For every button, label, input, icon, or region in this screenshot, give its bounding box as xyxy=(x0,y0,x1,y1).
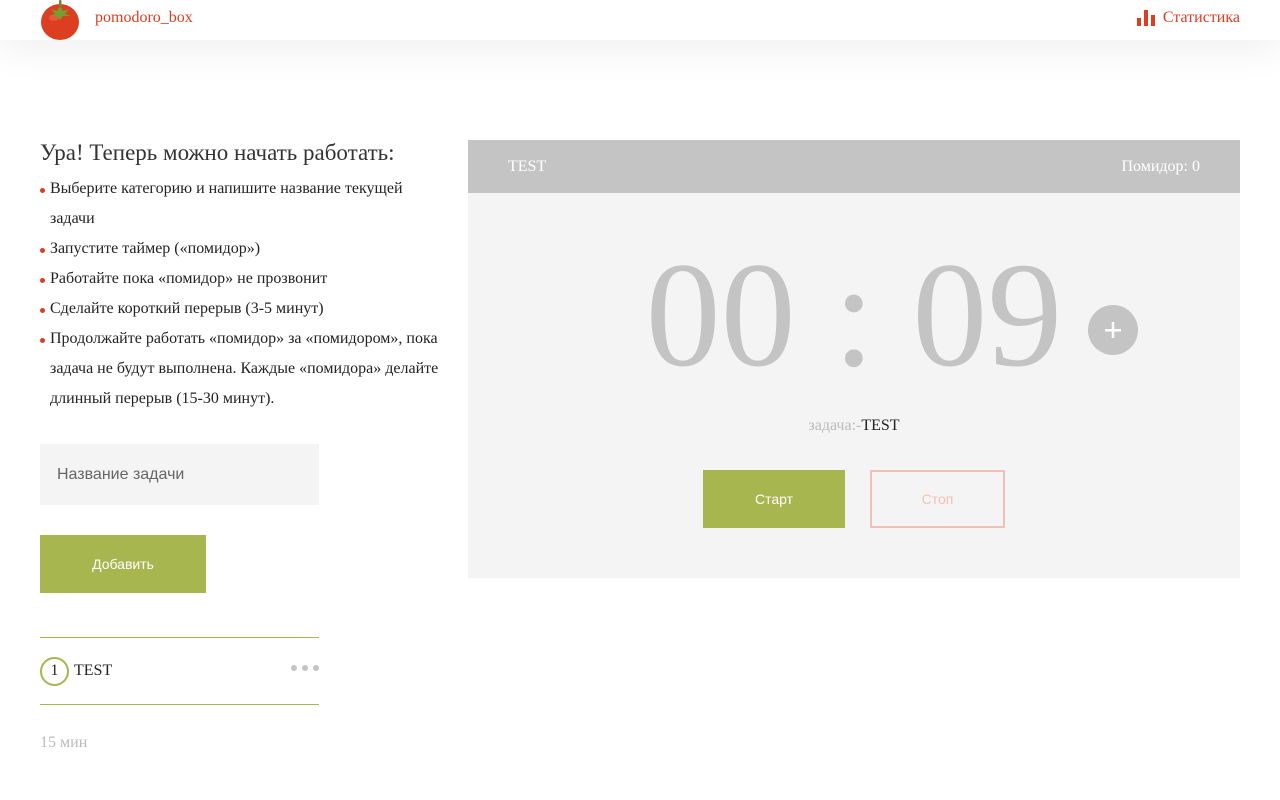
instruction-item: Сделайте короткий перерыв (3-5 минут) xyxy=(40,294,450,324)
task-item[interactable]: 1 TEST xyxy=(40,638,319,704)
task-caption-value: TEST xyxy=(861,417,900,434)
timer-header: TEST Помидор: 0 xyxy=(468,140,1240,193)
app-header: pomodoro_box Статистика xyxy=(0,0,1280,40)
task-name[interactable]: TEST xyxy=(74,662,112,680)
add-time-button[interactable] xyxy=(1088,305,1138,355)
plus-icon xyxy=(1105,322,1121,338)
start-button[interactable]: Старт xyxy=(703,470,845,528)
timer-time: 00 : 09 xyxy=(645,232,1063,398)
pomodoro-count-badge: 1 xyxy=(40,656,69,686)
dot xyxy=(302,665,308,671)
instruction-list: Выберите категорию и напишите название т… xyxy=(40,174,450,414)
instruction-item: Работайте пока «помидор» не прозвонит xyxy=(40,264,450,294)
add-task-button[interactable]: Добавить xyxy=(40,535,206,593)
brand-link[interactable]: pomodoro_box xyxy=(95,9,193,27)
dot xyxy=(313,665,319,671)
instruction-item: Выберите категорию и напишите название т… xyxy=(40,174,450,234)
statistics-label: Статистика xyxy=(1162,9,1240,26)
more-dots-icon[interactable] xyxy=(291,664,319,672)
tomato-icon[interactable] xyxy=(40,0,80,40)
timer-panel: TEST Помидор: 0 00 : 09 задача:-TEST Ста… xyxy=(468,140,1240,578)
pomodoro-counter: Помидор: 0 xyxy=(1121,157,1200,175)
current-task-title: TEST xyxy=(508,157,547,175)
instruction-item: Продолжайте работать «помидор» за «помид… xyxy=(40,324,450,414)
bar-chart-icon xyxy=(1136,10,1155,26)
total-time: 15 мин xyxy=(40,734,88,751)
intro-title: Ура! Теперь можно начать работать: xyxy=(40,140,395,165)
task-caption: задача:-TEST xyxy=(468,417,1240,435)
statistics-link[interactable]: Статистика xyxy=(1136,9,1240,27)
dot xyxy=(291,665,297,671)
stop-button[interactable]: Стоп xyxy=(870,470,1005,528)
instruction-item: Запустите таймер («помидор») xyxy=(40,234,450,264)
task-caption-label: задача:- xyxy=(808,417,862,434)
task-name-input[interactable] xyxy=(40,444,319,505)
task-list: 1 TEST xyxy=(40,637,319,705)
